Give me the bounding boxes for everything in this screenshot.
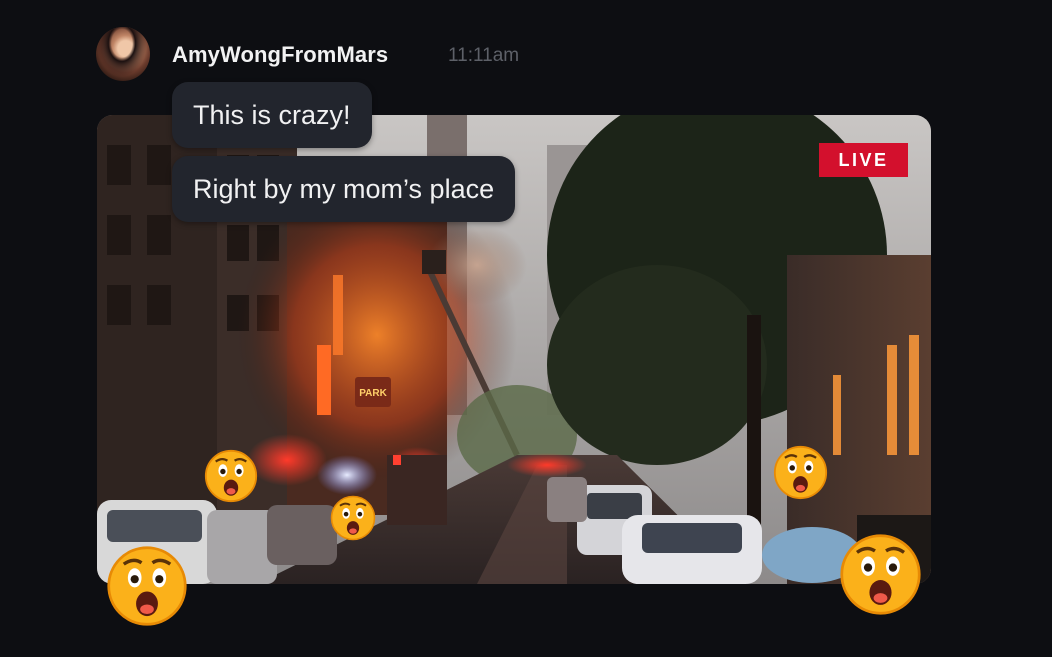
park-sign: PARK [359, 388, 387, 399]
message-author[interactable]: AmyWongFromMars [172, 42, 388, 68]
message-timestamp[interactable]: 11:11am [448, 45, 519, 67]
chat-message-view: AmyWongFromMars 11:11am PARK LIVE This i… [0, 0, 1052, 657]
astonished-face-icon[interactable] [330, 495, 376, 541]
astonished-face-icon[interactable] [106, 545, 188, 627]
astonished-face-icon[interactable] [773, 445, 828, 500]
live-badge: LIVE [819, 143, 908, 177]
message-bubble[interactable]: This is crazy! [172, 82, 372, 148]
message-bubble[interactable]: Right by my mom’s place [172, 156, 516, 222]
astonished-face-icon[interactable] [839, 533, 922, 616]
astonished-face-icon[interactable] [204, 449, 258, 503]
user-avatar[interactable] [96, 27, 150, 81]
